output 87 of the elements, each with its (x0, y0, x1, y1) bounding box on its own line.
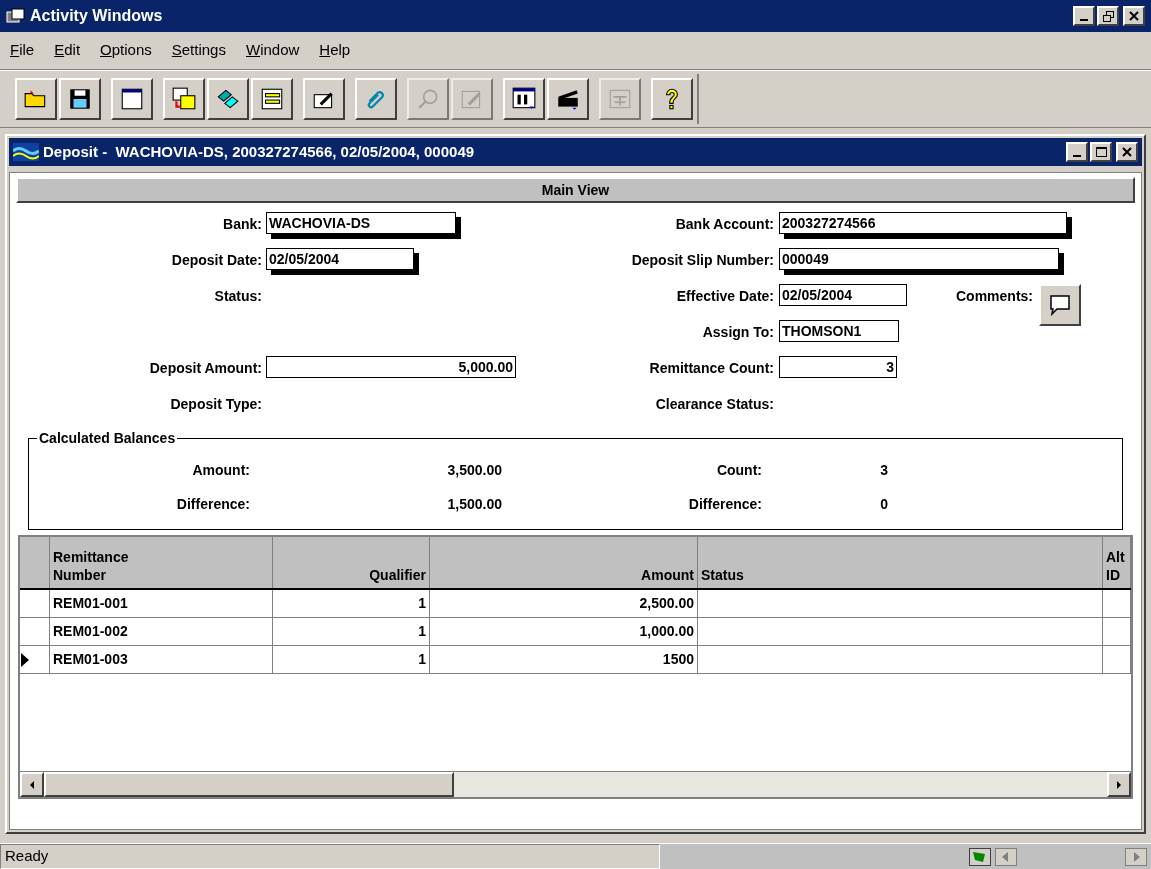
table-cell-text: 2,500.00 (639, 594, 694, 613)
field-label: Assign To: (702, 323, 774, 342)
toolbar-button[interactable] (651, 78, 693, 120)
row-selector[interactable] (20, 646, 50, 673)
text-field[interactable]: THOMSON1 (779, 320, 899, 342)
field-label: Effective Date: (676, 287, 774, 306)
scroll-left-button[interactable] (20, 772, 44, 797)
toolbar-button[interactable] (15, 78, 57, 120)
restore-button[interactable] (1097, 6, 1119, 26)
menu-item[interactable]: Edit (54, 39, 81, 62)
text-field[interactable]: 02/05/2004 (779, 284, 907, 306)
field-label: Remittance Count: (649, 359, 774, 378)
current-row-icon (20, 651, 30, 668)
menu-item[interactable]: Options (100, 39, 152, 62)
scroll-thumb[interactable] (44, 772, 454, 797)
close-button[interactable] (1116, 142, 1138, 162)
number-field[interactable]: 3 (779, 356, 897, 378)
toolbar-button[interactable] (503, 78, 545, 120)
toolbar-button[interactable] (111, 78, 153, 120)
column-header[interactable]: Qualifier (273, 537, 430, 588)
column-header[interactable]: Remittance Number (50, 537, 273, 588)
toolbar-button[interactable] (355, 78, 397, 120)
balance-label: Difference: (688, 495, 762, 512)
status-panel: Ready (0, 844, 660, 869)
table-cell-text: 1 (418, 650, 426, 669)
table-cell-text: 1 (418, 622, 426, 641)
close-icon (1129, 11, 1139, 21)
toolbar-button[interactable] (59, 78, 101, 120)
table-cell-text: 1,000.00 (639, 622, 694, 641)
field-label: Bank Account: (675, 215, 774, 234)
field-label: Deposit Type: (170, 395, 262, 414)
table-cell-text: REM01-002 (53, 622, 128, 641)
table-cell-text: REM01-001 (53, 594, 128, 613)
field-label: Deposit Date: (171, 251, 262, 270)
toolbar-button[interactable] (163, 78, 205, 120)
window-title: Activity Windows (30, 6, 164, 26)
table-cell-text: REM01-003 (53, 650, 128, 669)
close-button[interactable] (1123, 6, 1145, 26)
toolbar-button[interactable] (547, 78, 589, 120)
comments-label: Comments: (956, 287, 1033, 306)
left-arrow-icon (28, 779, 36, 790)
scroll-right-button[interactable] (1107, 772, 1131, 797)
field-label: Status: (214, 287, 262, 306)
restore-icon (1102, 10, 1114, 22)
window-icon (119, 86, 145, 112)
view-header: Main View (16, 177, 1135, 203)
column-header[interactable]: Alt ID (1103, 537, 1131, 588)
maximize-icon (1095, 146, 1107, 158)
toolbar-button[interactable] (251, 78, 293, 120)
balance-value: 3 (880, 461, 888, 478)
field-label: Bank: (223, 215, 262, 234)
balance-value: 0 (880, 495, 888, 512)
number-field[interactable]: 5,000.00 (266, 356, 516, 378)
speech-bubble-icon (1048, 294, 1072, 316)
wave-icon (13, 143, 39, 161)
column-header[interactable]: Status (698, 537, 1103, 588)
list-icon (259, 86, 285, 112)
table-cell-text: 1 (418, 594, 426, 613)
toolbar-button[interactable] (303, 78, 345, 120)
menu-item[interactable]: Settings (171, 39, 226, 62)
windows-icon (171, 86, 197, 112)
close-icon (1122, 147, 1132, 157)
balance-value: 1,500.00 (447, 495, 502, 512)
minimize-icon (1080, 19, 1088, 21)
table-cell-text: 1500 (662, 650, 694, 669)
balance-label: Difference: (176, 495, 250, 512)
right-arrow-icon (1115, 779, 1123, 790)
field-label: Deposit Amount: (149, 359, 262, 378)
minimize-button[interactable] (1066, 142, 1088, 162)
column-header[interactable]: Amount (430, 537, 698, 588)
field-label: Clearance Status: (655, 395, 774, 414)
toolbar-button[interactable] (207, 78, 249, 120)
windows-icon (6, 7, 26, 25)
menu-item[interactable]: Help (319, 39, 351, 62)
balance-label: Count: (716, 461, 762, 478)
horizontal-scrollbar[interactable] (20, 771, 1131, 797)
comments-button[interactable] (1039, 284, 1081, 326)
minimize-icon (1073, 155, 1081, 157)
menu-item[interactable]: File (10, 39, 35, 62)
balance-label: Amount: (192, 461, 250, 478)
minimize-button[interactable] (1073, 6, 1095, 26)
flag-icon (969, 847, 991, 866)
menu-item[interactable]: Window (245, 39, 300, 62)
field-label: Deposit Slip Number: (631, 251, 774, 270)
document-title: Deposit - WACHOVIA-DS, 200327274566, 02/05/2004, 000049 (43, 141, 476, 162)
maximize-button[interactable] (1090, 142, 1112, 162)
balance-value: 3,500.00 (447, 461, 502, 478)
